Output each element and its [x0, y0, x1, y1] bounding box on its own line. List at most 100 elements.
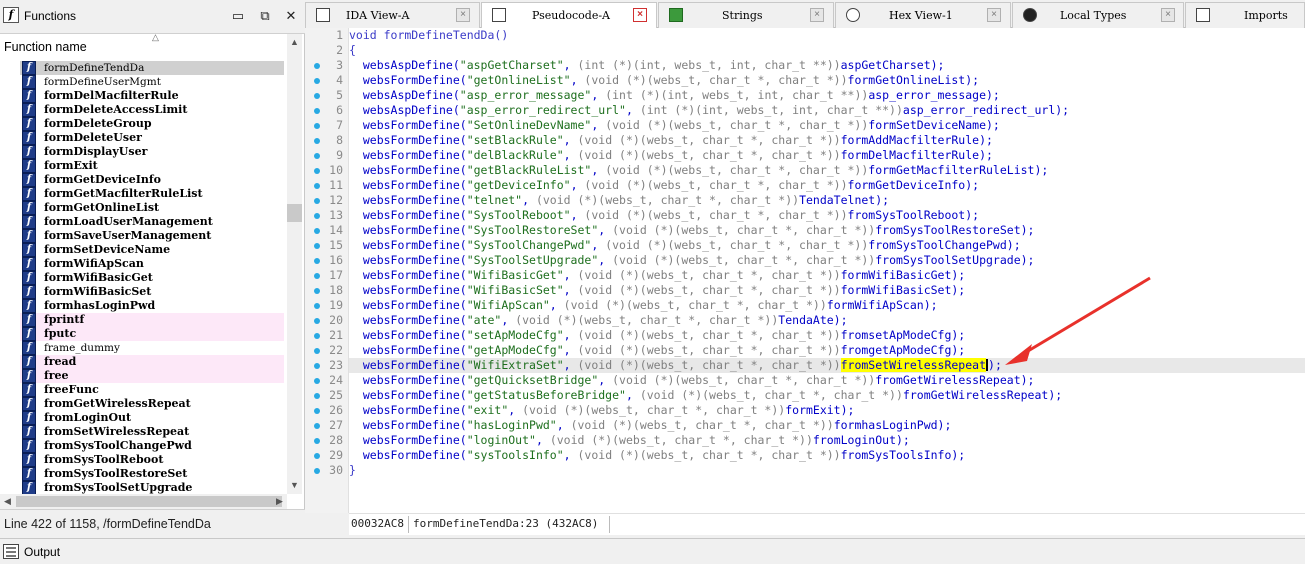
code-line[interactable]: websFormDefine("setApModeCfg", (void (*)… — [349, 328, 1305, 343]
breakpoint-dot-icon[interactable] — [314, 288, 320, 294]
breakpoint-dot-icon[interactable] — [314, 423, 320, 429]
function-list-item[interactable]: f fromGetWirelessRepeat — [20, 397, 284, 411]
breakpoint-dot-icon[interactable] — [314, 213, 320, 219]
breakpoint-dot-icon[interactable] — [314, 348, 320, 354]
function-list-item[interactable]: f formDefineTendDa — [20, 61, 284, 75]
breakpoint-dot-icon[interactable] — [314, 153, 320, 159]
breakpoint-dot-icon[interactable] — [314, 63, 320, 69]
code-line[interactable]: websFormDefine("WifiBasicGet", (void (*)… — [349, 268, 1305, 283]
code-line[interactable]: websFormDefine("SysToolRestoreSet", (voi… — [349, 223, 1305, 238]
breakpoint-dot-icon[interactable] — [314, 243, 320, 249]
function-list-item[interactable]: f fromLoginOut — [20, 411, 284, 425]
tab-close-icon[interactable]: × — [1161, 8, 1175, 22]
breakpoint-dot-icon[interactable] — [314, 318, 320, 324]
code-line[interactable]: void formDefineTendDa() — [349, 28, 1305, 43]
code-line[interactable]: { — [349, 43, 1305, 58]
code-line[interactable]: websFormDefine("SetOnlineDevName", (void… — [349, 118, 1305, 133]
function-name-column-header[interactable]: Function name △ — [0, 32, 288, 58]
function-list-item[interactable]: f formDeleteUser — [20, 131, 284, 145]
scroll-up-icon[interactable]: ▲ — [290, 37, 299, 47]
function-list-item[interactable]: f fromSysToolReboot — [20, 453, 284, 467]
tab-local-types[interactable]: Local Types × — [1012, 2, 1184, 28]
tab-close-icon[interactable]: × — [810, 8, 824, 22]
tab-hex-view[interactable]: Hex View-1 × — [835, 2, 1011, 28]
code-line[interactable]: websFormDefine("getDeviceInfo", (void (*… — [349, 178, 1305, 193]
breakpoint-dot-icon[interactable] — [314, 408, 320, 414]
breakpoint-dot-icon[interactable] — [314, 138, 320, 144]
code-line[interactable]: websAspDefine("asp_error_redirect_url", … — [349, 103, 1305, 118]
function-list-item[interactable]: f fromSysToolChangePwd — [20, 439, 284, 453]
function-list-item[interactable]: f formGetMacfilterRuleList — [20, 187, 284, 201]
breakpoint-dot-icon[interactable] — [314, 198, 320, 204]
code-line[interactable]: websFormDefine("hasLoginPwd", (void (*)(… — [349, 418, 1305, 433]
function-list-item[interactable]: f formGetDeviceInfo — [20, 173, 284, 187]
code-line[interactable]: websFormDefine("exit", (void (*)(webs_t,… — [349, 403, 1305, 418]
code-line[interactable]: websFormDefine("getBlackRuleList", (void… — [349, 163, 1305, 178]
breakpoint-dot-icon[interactable] — [314, 108, 320, 114]
function-list-item[interactable]: f formGetOnlineList — [20, 201, 284, 215]
code-line[interactable]: websFormDefine("getApModeCfg", (void (*)… — [349, 343, 1305, 358]
code-line[interactable]: websFormDefine("SysToolSetUpgrade", (voi… — [349, 253, 1305, 268]
functions-horizontal-scrollbar[interactable]: ◀ ▶ — [0, 494, 287, 509]
scroll-down-icon[interactable]: ▼ — [290, 480, 299, 490]
breakpoint-dot-icon[interactable] — [314, 453, 320, 459]
breakpoint-dot-icon[interactable] — [314, 123, 320, 129]
code-line[interactable]: websFormDefine("sysToolsInfo", (void (*)… — [349, 448, 1305, 463]
function-list-item[interactable]: f formDeleteGroup — [20, 117, 284, 131]
breakpoint-dot-icon[interactable] — [314, 168, 320, 174]
function-list-item[interactable]: f fromSysToolRestoreSet — [20, 467, 284, 481]
tab-strings[interactable]: Strings × — [658, 2, 834, 28]
function-list-item[interactable]: f frame_dummy — [20, 341, 284, 355]
function-list-item[interactable]: f formWifiBasicGet — [20, 271, 284, 285]
breakpoint-dot-icon[interactable] — [314, 273, 320, 279]
function-list-item[interactable]: f formExit — [20, 159, 284, 173]
breakpoint-dot-icon[interactable] — [314, 333, 320, 339]
function-list-item[interactable]: f fromSetWirelessRepeat — [20, 425, 284, 439]
restore-icon[interactable]: ⧉ — [257, 8, 273, 24]
tab-close-icon[interactable]: × — [456, 8, 470, 22]
code-line[interactable]: websAspDefine("aspGetCharset", (int (*)(… — [349, 58, 1305, 73]
function-list-item[interactable]: f formWifiApScan — [20, 257, 284, 271]
function-list-item[interactable]: f free — [20, 369, 284, 383]
code-line[interactable]: websFormDefine("WifiExtraSet", (void (*)… — [349, 358, 1305, 373]
breakpoint-dot-icon[interactable] — [314, 78, 320, 84]
tab-close-icon[interactable]: × — [633, 8, 647, 22]
code-line[interactable]: websFormDefine("setBlackRule", (void (*)… — [349, 133, 1305, 148]
highlighted-identifier[interactable]: fromSetWirelessRepeat — [840, 358, 987, 372]
tab-ida-view[interactable]: IDA View-A × — [305, 2, 480, 28]
function-list-item[interactable]: f formLoadUserManagement — [20, 215, 284, 229]
function-list-item[interactable]: f fputc — [20, 327, 284, 341]
breakpoint-dot-icon[interactable] — [314, 378, 320, 384]
tab-close-icon[interactable]: × — [987, 8, 1001, 22]
code-line[interactable]: websFormDefine("telnet", (void (*)(webs_… — [349, 193, 1305, 208]
code-line[interactable]: websFormDefine("delBlackRule", (void (*)… — [349, 148, 1305, 163]
function-list-item[interactable]: f formDisplayUser — [20, 145, 284, 159]
functions-vertical-scrollbar[interactable]: ▲ ▼ — [287, 34, 302, 494]
function-list-item[interactable]: f formDefineUserMgmt — [20, 75, 284, 89]
code-line[interactable]: websFormDefine("WifiApScan", (void (*)(w… — [349, 298, 1305, 313]
code-line[interactable]: websFormDefine("ate", (void (*)(webs_t, … — [349, 313, 1305, 328]
function-list-item[interactable]: f formDeleteAccessLimit — [20, 103, 284, 117]
breakpoint-dot-icon[interactable] — [314, 183, 320, 189]
function-list-item[interactable]: f formWifiBasicSet — [20, 285, 284, 299]
function-list-item[interactable]: f formhasLoginPwd — [20, 299, 284, 313]
function-list-item[interactable]: f fprintf — [20, 313, 284, 327]
scroll-thumb[interactable] — [16, 496, 282, 507]
breakpoint-dot-icon[interactable] — [314, 258, 320, 264]
breakpoint-dot-icon[interactable] — [314, 438, 320, 444]
breakpoint-dot-icon[interactable] — [314, 468, 320, 474]
minimize-icon[interactable]: ▭ — [230, 8, 246, 24]
function-list-item[interactable]: f formSaveUserManagement — [20, 229, 284, 243]
tab-imports[interactable]: Imports — [1185, 2, 1305, 28]
breakpoint-dot-icon[interactable] — [314, 93, 320, 99]
breakpoint-dot-icon[interactable] — [314, 228, 320, 234]
function-list-item[interactable]: f freeFunc — [20, 383, 284, 397]
code-line[interactable]: websFormDefine("SysToolChangePwd", (void… — [349, 238, 1305, 253]
output-panel[interactable]: Output — [0, 538, 1305, 564]
code-line[interactable]: websFormDefine("getQuicksetBridge", (voi… — [349, 373, 1305, 388]
close-icon[interactable]: ✕ — [283, 8, 299, 24]
function-list-item[interactable]: f formSetDeviceName — [20, 243, 284, 257]
breakpoint-dot-icon[interactable] — [314, 363, 320, 369]
pseudocode-view[interactable]: 1 2 3 4 5 6 7 8 9 10 11 12 13 14 15 16 17 18 19 20 21 22 23 24 2… — [305, 28, 1305, 513]
code-line[interactable]: websFormDefine("getOnlineList", (void (*… — [349, 73, 1305, 88]
